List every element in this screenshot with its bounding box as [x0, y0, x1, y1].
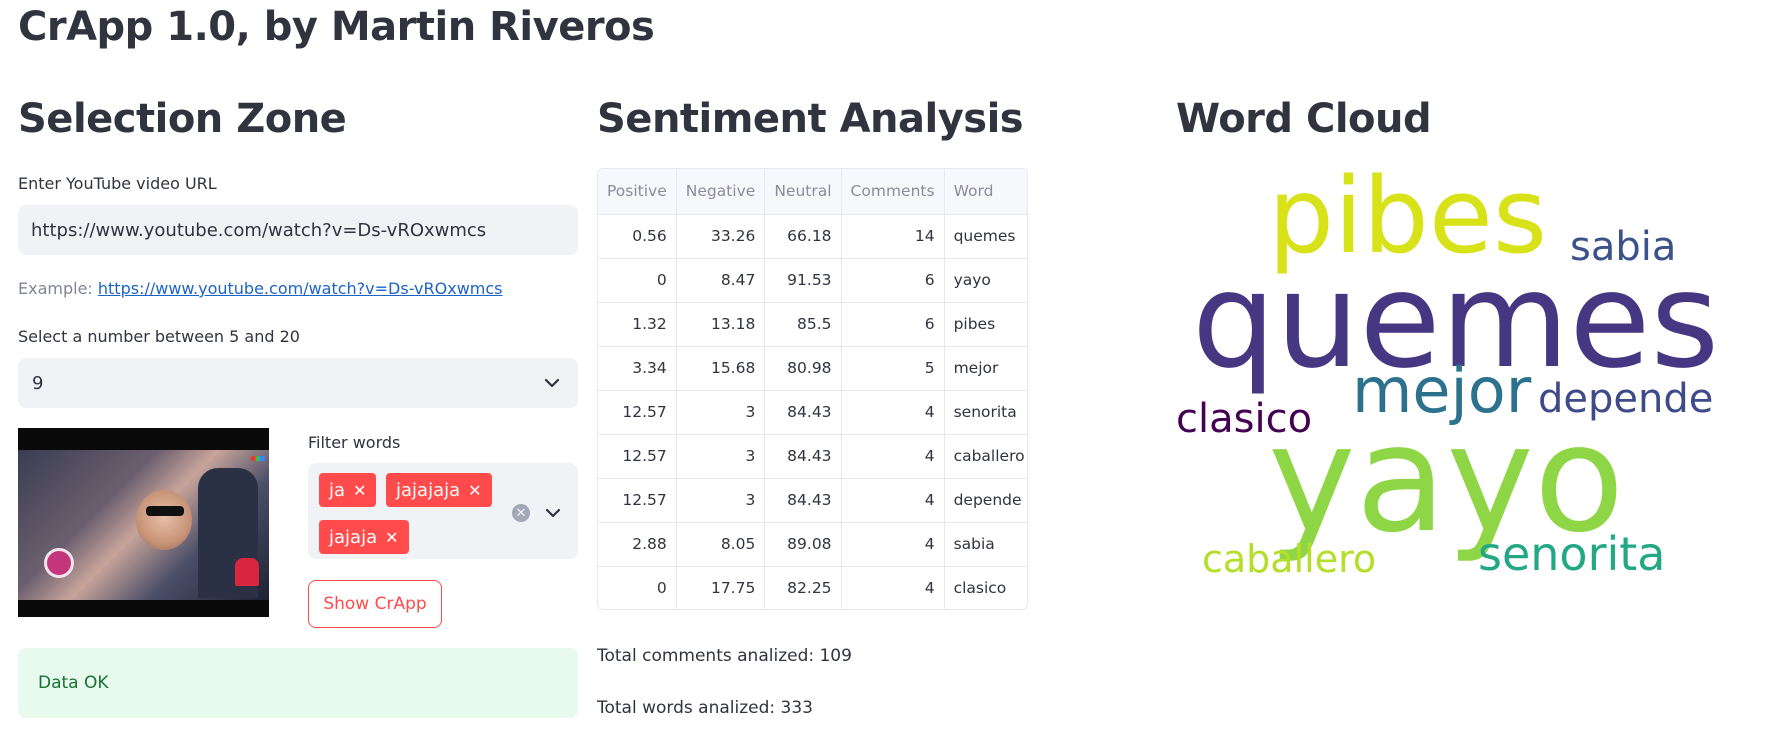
- table-cell[interactable]: 84.43: [764, 478, 842, 523]
- chevron-down-icon[interactable]: [541, 501, 565, 525]
- table-row[interactable]: 0 8.47 91.53 6 yayo: [598, 258, 1027, 303]
- table-cell[interactable]: 6: [841, 258, 945, 303]
- table-cell[interactable]: 4: [841, 522, 945, 567]
- table-cell[interactable]: pibes: [944, 302, 1027, 347]
- filter-words-label: Filter words: [308, 433, 401, 452]
- sentiment-analysis-heading: Sentiment Analysis: [597, 96, 1024, 142]
- filter-chip[interactable]: ja ✕: [319, 473, 377, 507]
- total-comments: Total comments analized: 109: [597, 646, 852, 666]
- example-prefix: Example:: [18, 279, 98, 298]
- filter-chip-label: ja: [329, 479, 346, 501]
- table-cell[interactable]: sabia: [944, 522, 1027, 567]
- table-cell[interactable]: 6: [841, 302, 945, 347]
- number-select[interactable]: 9: [18, 358, 578, 408]
- table-row[interactable]: 12.57 3 84.43 4 depende: [598, 478, 1027, 523]
- selection-zone-heading: Selection Zone: [18, 96, 347, 142]
- column-header[interactable]: Comments: [841, 169, 945, 215]
- table-cell[interactable]: 13.18: [676, 302, 766, 347]
- show-crapp-button[interactable]: Show CrApp: [308, 580, 442, 628]
- table-cell[interactable]: 3.34: [598, 346, 677, 391]
- total-words: Total words analized: 333: [597, 698, 813, 718]
- filter-chip-label: jajaja: [329, 526, 378, 548]
- clear-all-icon[interactable]: ✕: [512, 504, 530, 522]
- status-alert: Data OK: [18, 648, 578, 718]
- table-cell[interactable]: 4: [841, 478, 945, 523]
- word-cloud: pibes sabia quemes mejor depende clasico…: [1176, 160, 1719, 581]
- table-cell[interactable]: 4: [841, 566, 945, 609]
- close-icon[interactable]: ✕: [385, 528, 398, 547]
- table-cell[interactable]: 1.32: [598, 302, 677, 347]
- siren-icon: [235, 558, 259, 586]
- video-thumbnail: [18, 428, 269, 617]
- table-row[interactable]: 12.57 3 84.43 4 senorita: [598, 390, 1027, 435]
- table-cell[interactable]: 15.68: [676, 346, 766, 391]
- table-cell[interactable]: 0: [598, 258, 677, 303]
- column-header[interactable]: Neutral: [764, 169, 842, 215]
- table-cell[interactable]: 8.05: [676, 522, 766, 567]
- table-cell[interactable]: depende: [944, 478, 1027, 523]
- table-cell[interactable]: 80.98: [764, 346, 842, 391]
- table-row[interactable]: 2.88 8.05 89.08 4 sabia: [598, 522, 1027, 567]
- youtube-url-input[interactable]: [18, 205, 578, 255]
- table-row[interactable]: 0.56 33.26 66.18 14 quemes: [598, 214, 1027, 259]
- table-cell[interactable]: 82.25: [764, 566, 842, 609]
- column-header[interactable]: Positive: [598, 169, 677, 215]
- app-title: CrApp 1.0, by Martin Riveros: [18, 4, 655, 50]
- table-cell[interactable]: 2.88: [598, 522, 677, 567]
- word-cloud-word: caballero: [1202, 537, 1376, 581]
- example-text: Example: https://www.youtube.com/watch?v…: [18, 279, 503, 298]
- table-cell[interactable]: 33.26: [676, 214, 766, 259]
- table-cell[interactable]: 84.43: [764, 390, 842, 435]
- table-cell[interactable]: 12.57: [598, 478, 677, 523]
- table-header-row: Positive Negative Neutral Comments Word: [598, 169, 1027, 215]
- table-cell[interactable]: 91.53: [764, 258, 842, 303]
- table-cell[interactable]: 3: [676, 390, 766, 435]
- channel-logo-icon: [44, 548, 74, 578]
- table-cell[interactable]: 85.5: [764, 302, 842, 347]
- filter-chip[interactable]: jajaja ✕: [319, 520, 409, 554]
- table-cell[interactable]: 66.18: [764, 214, 842, 259]
- sentiment-table[interactable]: Positive Negative Neutral Comments Word …: [597, 168, 1028, 610]
- example-link[interactable]: https://www.youtube.com/watch?v=Ds-vROxw…: [98, 279, 503, 298]
- table-cell[interactable]: 12.57: [598, 434, 677, 479]
- table-cell[interactable]: 4: [841, 434, 945, 479]
- url-label: Enter YouTube video URL: [18, 174, 217, 193]
- number-select-value: 9: [32, 372, 44, 394]
- table-row[interactable]: 3.34 15.68 80.98 5 mejor: [598, 346, 1027, 391]
- table-cell[interactable]: 12.57: [598, 390, 677, 435]
- filter-chip[interactable]: jajajaja ✕: [386, 473, 492, 507]
- table-cell[interactable]: 8.47: [676, 258, 766, 303]
- filter-words-multiselect[interactable]: ja ✕ jajajaja ✕ jajaja ✕: [308, 463, 578, 559]
- table-cell[interactable]: clasico: [944, 566, 1027, 609]
- table-cell[interactable]: yayo: [944, 258, 1027, 303]
- table-cell[interactable]: 17.75: [676, 566, 766, 609]
- table-cell[interactable]: 89.08: [764, 522, 842, 567]
- chevron-down-icon: [540, 371, 564, 395]
- table-cell[interactable]: 3: [676, 434, 766, 479]
- table-cell[interactable]: senorita: [944, 390, 1027, 435]
- table-cell[interactable]: 84.43: [764, 434, 842, 479]
- table-row[interactable]: 12.57 3 84.43 4 caballero: [598, 434, 1027, 479]
- table-row[interactable]: 1.32 13.18 85.5 6 pibes: [598, 302, 1027, 347]
- word-cloud-heading: Word Cloud: [1176, 96, 1432, 142]
- table-cell[interactable]: 14: [841, 214, 945, 259]
- close-icon[interactable]: ✕: [353, 481, 366, 500]
- word-cloud-word: senorita: [1478, 527, 1665, 581]
- table-cell[interactable]: quemes: [944, 214, 1027, 259]
- table-row[interactable]: 0 17.75 82.25 4 clasico: [598, 566, 1027, 609]
- column-header[interactable]: Word: [944, 169, 1027, 215]
- table-cell[interactable]: 0: [598, 566, 677, 609]
- filter-chip-label: jajajaja: [396, 479, 461, 501]
- column-header[interactable]: Negative: [676, 169, 766, 215]
- table-cell[interactable]: caballero: [944, 434, 1027, 479]
- table-cell[interactable]: 0.56: [598, 214, 677, 259]
- status-text: Data OK: [38, 673, 109, 693]
- number-label: Select a number between 5 and 20: [18, 327, 300, 346]
- close-icon[interactable]: ✕: [468, 481, 481, 500]
- table-cell[interactable]: mejor: [944, 346, 1027, 391]
- table-cell[interactable]: 5: [841, 346, 945, 391]
- table-cell[interactable]: 4: [841, 390, 945, 435]
- table-cell[interactable]: 3: [676, 478, 766, 523]
